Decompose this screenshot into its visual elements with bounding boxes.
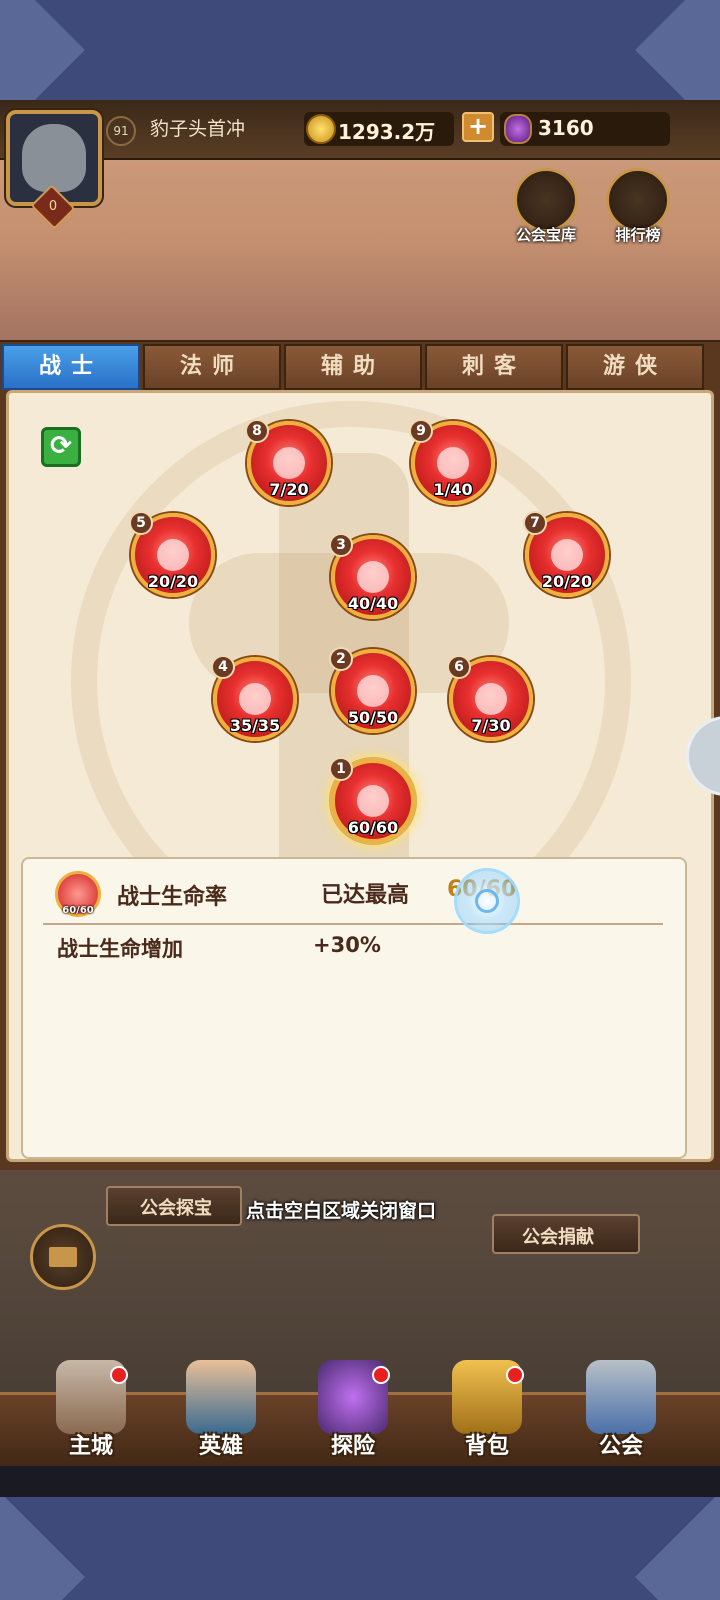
nav-backpack[interactable]: 背包 [432,1360,542,1470]
ranking-button[interactable] [606,168,670,232]
hero-portrait-icon [186,1360,256,1434]
skill-detail-box: 60/60 战士生命率 已达最高 60/60 战士生命增加 +30% [21,857,687,1159]
tab-mage[interactable]: 法师 [143,344,281,390]
bottom-separator [0,1466,720,1497]
skill-node[interactable]: 3 40/40 [329,533,415,619]
skill-fist-icon [551,539,583,571]
nav-guild[interactable]: 公会 [566,1360,676,1470]
tab-ranger[interactable]: 游侠 [566,344,704,390]
skill-node-count: 1/40 [433,480,473,499]
skill-node-count: 60/60 [347,818,399,837]
nav-label: 英雄 [198,1434,243,1459]
skill-node-number: 3 [329,533,353,557]
nav-label: 公会 [598,1434,643,1459]
skill-node-count: 40/40 [347,594,399,613]
skill-node[interactable]: 2 50/50 [329,647,415,733]
player-name: 豹子头首冲 [150,118,246,140]
nav-main-city[interactable]: 主城 [36,1360,146,1470]
selected-skill-icon: 60/60 [55,871,101,917]
frame-diamond [635,0,720,100]
tab-support[interactable]: 辅助 [284,344,422,390]
mail-envelope-icon [49,1247,77,1267]
skill-burst-icon [239,683,271,715]
skill-node[interactable]: 6 7/30 [447,655,533,741]
skill-attribute-value: +30% [313,933,381,957]
skill-node-count: 20/20 [147,572,199,591]
skill-shield-icon [437,447,469,479]
selected-skill-icon-count: 60/60 [62,905,94,916]
tab-warrior[interactable]: 战士 [2,344,140,390]
detail-divider [43,923,663,925]
game-screen: 0 91 豹子头首冲 1293.2万 + 3160 公会宝库 排行榜 战士 法师… [0,100,720,1497]
skill-panel-inner[interactable]: ⟳ 8 7/20 9 1/40 5 20/20 3 40/40 7 20/20 … [6,390,714,1162]
skill-armor-icon [357,675,389,707]
skill-node[interactable]: 4 35/35 [211,655,297,741]
skill-name: 战士生命率 [117,885,228,910]
skill-node-number: 1 [329,757,353,781]
gem-amount: 3160 [538,116,594,140]
skill-node[interactable]: 8 7/20 [245,419,331,505]
skill-boot-icon [475,683,507,715]
ranking-label: 排行榜 [615,226,661,244]
mail-button[interactable] [30,1224,96,1290]
skill-node-selected[interactable]: 1 60/60 [329,757,415,843]
gold-coin-icon [306,114,336,144]
skill-atom-icon [157,539,189,571]
skill-node-count: 35/35 [229,716,281,735]
avatar-portrait [22,124,86,192]
notification-dot [110,1366,128,1384]
top-frame [0,0,720,100]
tab-assassin[interactable]: 刺客 [425,344,563,390]
gem-icon [504,114,532,144]
skill-node-number: 6 [447,655,471,679]
skill-node-number: 4 [211,655,235,679]
skill-node-number: 7 [523,511,547,535]
skill-slash-icon [357,561,389,593]
touch-indicator [454,868,520,934]
skill-node-count: 7/20 [269,480,309,499]
skill-panel: ⟳ 8 7/20 9 1/40 5 20/20 3 40/40 7 20/20 … [0,390,720,1170]
skill-health-cross-icon [357,785,389,817]
notification-dot [506,1366,524,1384]
nav-label: 背包 [464,1434,509,1459]
nav-explore[interactable]: 探险 [298,1360,408,1470]
bottom-frame [0,1497,720,1600]
gold-amount: 1293.2万 [338,120,436,144]
nav-heroes[interactable]: 英雄 [166,1360,276,1470]
frame-diamond [0,1497,85,1600]
skill-node-number: 5 [129,511,153,535]
skill-node-count: 20/20 [541,572,593,591]
guild-tower-icon [586,1360,656,1434]
player-level: 91 [106,116,136,146]
skill-node-count: 7/30 [471,716,511,735]
guild-treasury-button[interactable] [514,168,578,232]
class-tab-bar: 战士 法师 辅助 刺客 游侠 [0,340,720,390]
frame-diamond [0,0,85,100]
skill-node-count: 50/50 [347,708,399,727]
touch-ring [475,889,499,913]
close-window-hint: 点击空白区域关闭窗口 [246,1200,437,1222]
skill-node[interactable]: 5 20/20 [129,511,215,597]
skill-node[interactable]: 7 20/20 [523,511,609,597]
reset-refresh-button[interactable]: ⟳ [41,427,81,467]
frame-diamond [635,1497,720,1600]
skill-node[interactable]: 9 1/40 [409,419,495,505]
skill-node-number: 8 [245,419,269,443]
add-gold-button[interactable]: + [462,112,494,142]
guild-treasure-hunt-label: 公会探宝 [140,1198,212,1219]
guild-donation-label: 公会捐献 [522,1227,594,1248]
skill-node-number: 2 [329,647,353,671]
max-level-status: 已达最高 [321,883,410,908]
guild-treasury-label: 公会宝库 [515,226,576,244]
skill-eye-icon [273,447,305,479]
nav-label: 探险 [330,1434,375,1459]
notification-dot [372,1366,390,1384]
skill-attribute-name: 战士生命增加 [57,937,183,961]
skill-node-number: 9 [409,419,433,443]
nav-label: 主城 [68,1434,113,1459]
